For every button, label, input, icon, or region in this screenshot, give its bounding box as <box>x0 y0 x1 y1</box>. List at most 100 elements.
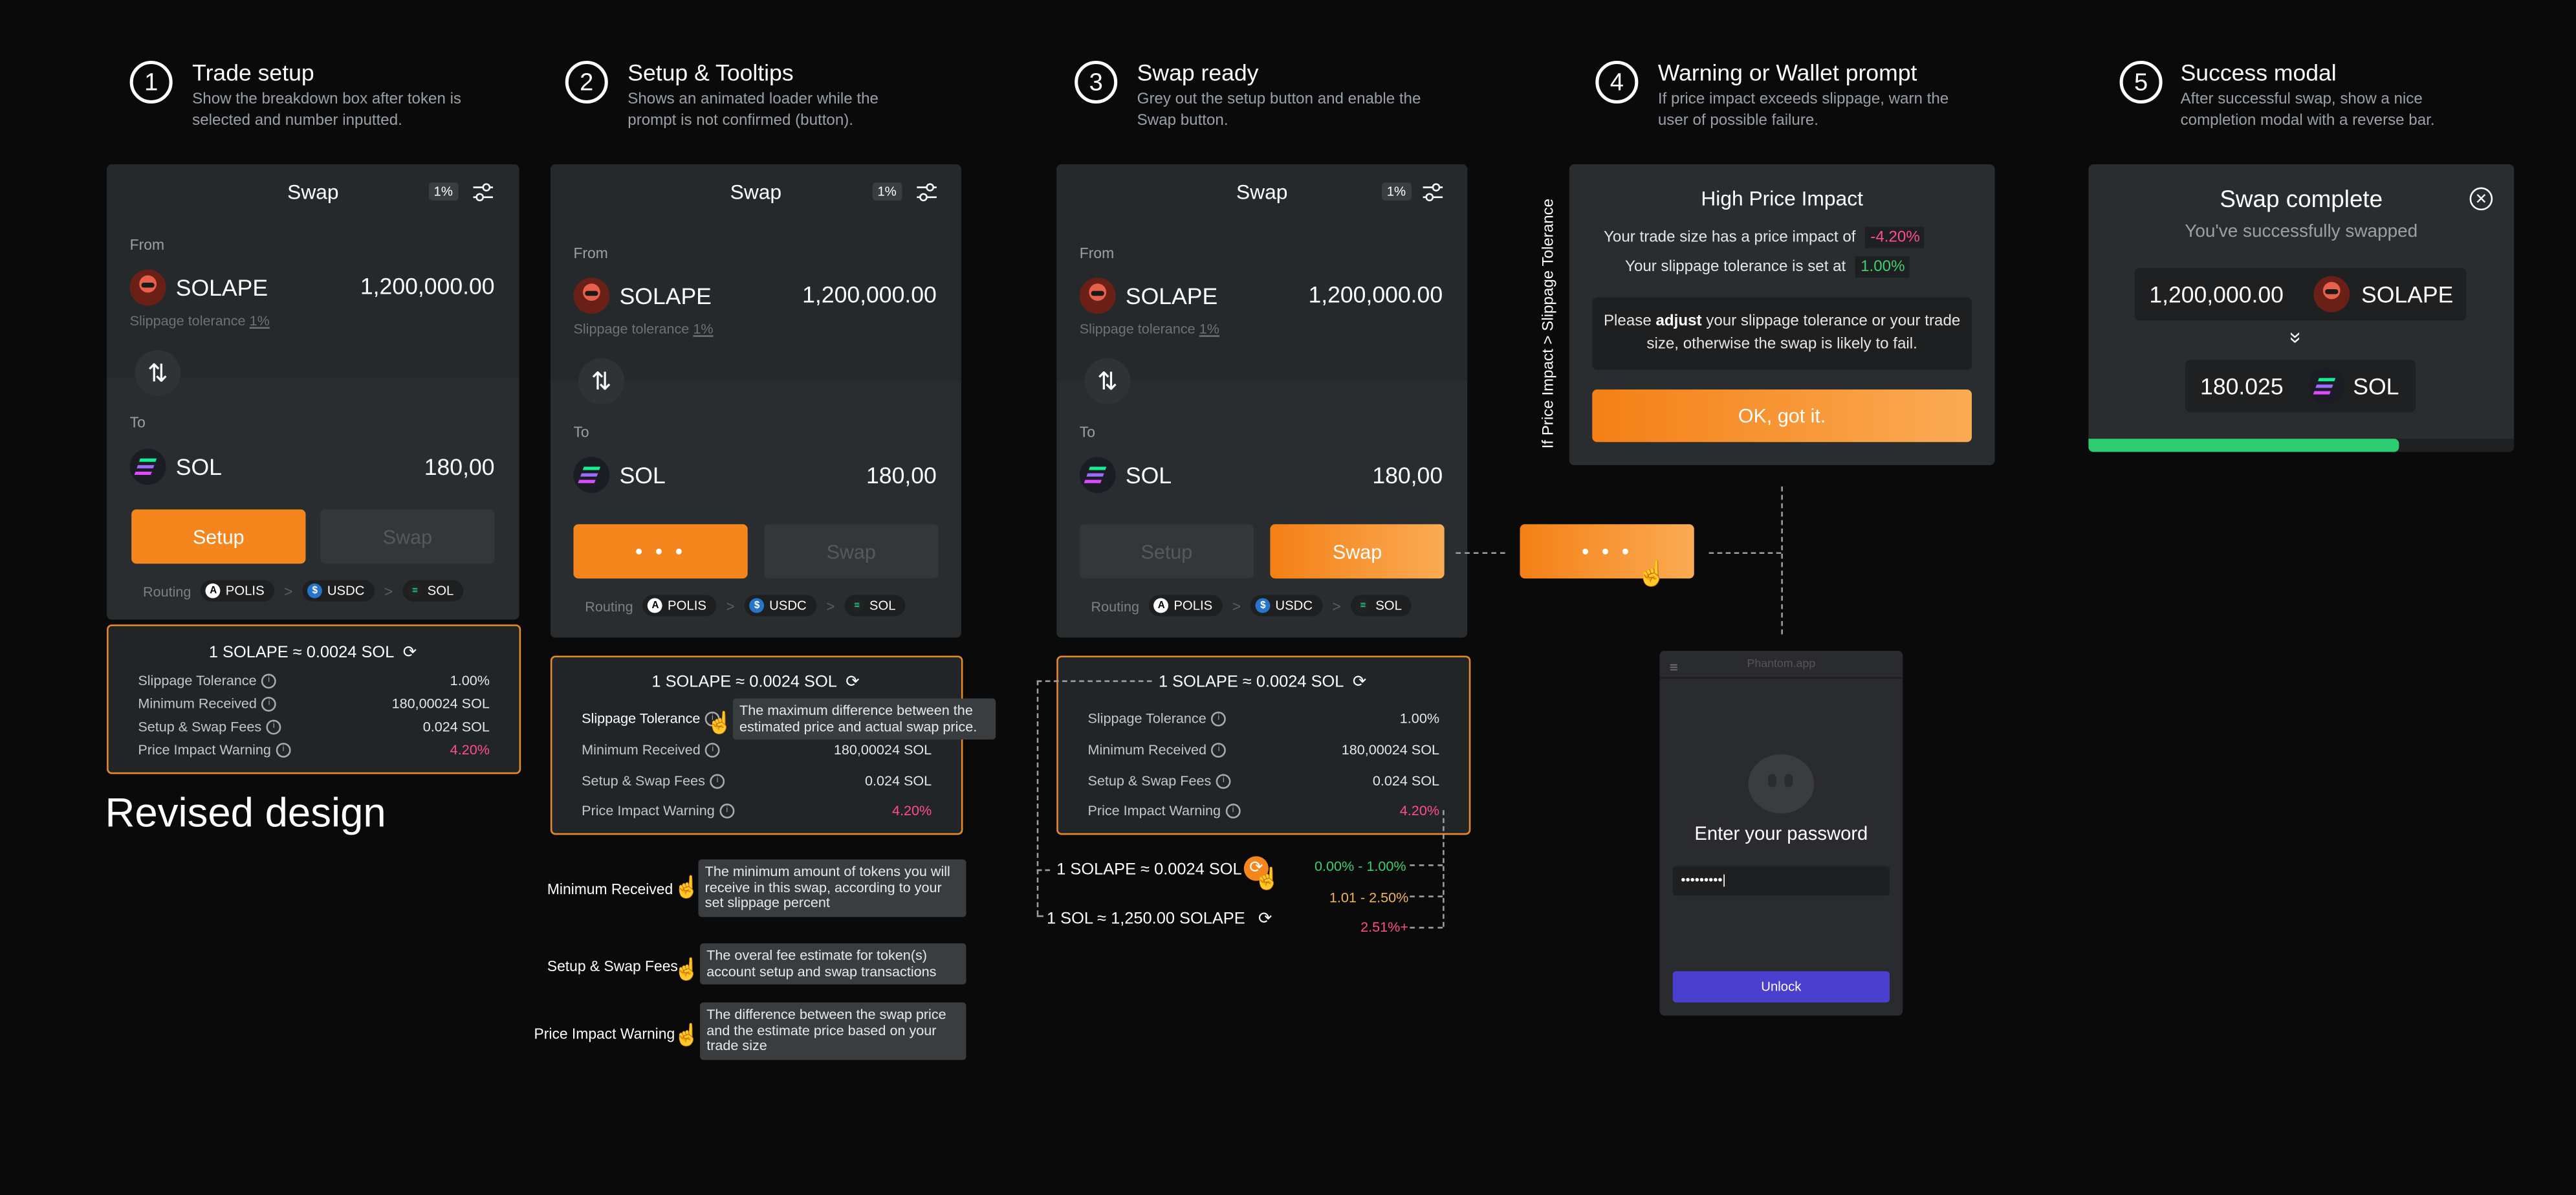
info-icon: i <box>261 673 277 688</box>
solape-token-icon <box>573 278 610 314</box>
step-5-title: Success modal <box>2180 59 2337 86</box>
slippage-tolerance-text: Slippage tolerance 1% <box>573 320 714 337</box>
refresh-icon[interactable]: ⟳ <box>400 644 419 663</box>
reverse-progress-bar <box>2088 439 2399 452</box>
swap-direction-icon[interactable]: ⇅ <box>135 350 181 397</box>
price-impact-row-value: 4.20% <box>1399 802 1440 818</box>
phantom-ghost-icon <box>1748 754 1815 814</box>
breakdown-box-step-2: 1 SOLAPE ≈ 0.0024 SOL ⟳ Slippage Toleranc… <box>550 655 963 835</box>
refresh-icon[interactable]: ⟳ <box>1258 910 1276 928</box>
refresh-icon[interactable]: ⟳ <box>1351 674 1369 692</box>
to-token-name[interactable]: SOL <box>176 454 222 480</box>
min-received-row-value: 180,00024 SOL <box>391 695 490 712</box>
to-token-name[interactable]: SOL <box>620 462 666 488</box>
from-token-name[interactable]: SOLAPE <box>1126 283 1217 309</box>
pointer-hand-icon: ☝ <box>706 710 734 735</box>
sol-token-icon <box>1079 457 1116 493</box>
connector-line <box>1410 864 1443 866</box>
pointer-hand-icon: ☝ <box>673 874 701 899</box>
swap-button[interactable]: Swap <box>1270 524 1445 579</box>
pointer-hand-icon: ☝ <box>1636 560 1668 589</box>
step-1-desc: Show the breakdown box after token is se… <box>192 90 462 130</box>
to-label: To <box>573 424 589 441</box>
swap-direction-icon[interactable]: ⇅ <box>578 358 625 404</box>
from-token-name[interactable]: SOLAPE <box>620 283 712 309</box>
price-impact-row-label: Price Impact Warning i <box>138 741 291 758</box>
close-icon[interactable]: ✕ <box>2469 187 2493 211</box>
min-received-row-value: 180,00024 SOL <box>1341 741 1440 758</box>
slippage-row-value: 1.00% <box>1399 710 1440 727</box>
impact-range-low: 0.00% - 1.00% <box>1315 857 1406 875</box>
warning-condition-label: If Price Impact > Slippage Tolerance <box>1539 198 1558 449</box>
sol-token-icon <box>129 448 166 485</box>
slippage-row-label: Slippage Tolerance i <box>1087 710 1227 727</box>
slippage-tooltip: The maximum difference between the estim… <box>732 698 996 740</box>
connector-line <box>1036 680 1039 915</box>
tolerance-badge[interactable]: 1% <box>428 182 458 201</box>
min-received-row-label: Minimum Received i <box>582 741 721 758</box>
connector-line <box>1036 680 1152 683</box>
high-price-impact-modal: High Price Impact Your trade size has a … <box>1569 164 1995 465</box>
swap-button-disabled[interactable]: Swap <box>320 509 495 564</box>
step-2-number: 2 <box>565 60 608 104</box>
settings-icon[interactable] <box>472 181 495 202</box>
step-3-number: 3 <box>1075 60 1118 104</box>
settings-icon[interactable] <box>1421 181 1445 202</box>
fees-row-label: Setup & Swap Fees i <box>138 718 281 734</box>
pointer-hand-icon: ☝ <box>673 956 701 981</box>
from-amount-input[interactable]: 1,200,000.00 <box>1308 281 1443 307</box>
step-5-number: 5 <box>2119 60 2163 104</box>
phantom-wallet-prompt: ≡ Phantom.app Enter your password ••••••… <box>1659 650 1903 1016</box>
password-input[interactable]: •••••••••| <box>1672 866 1890 896</box>
fees-tooltip-label: Setup & Swap Fees <box>547 958 678 975</box>
info-icon: i <box>1211 710 1227 726</box>
double-chevron-down-icon: » <box>2284 331 2309 344</box>
revised-design-heading: Revised design <box>105 790 386 837</box>
connector-line <box>1443 810 1445 927</box>
ok-got-it-button[interactable]: OK, got it. <box>1592 389 1972 443</box>
connector-line <box>1036 869 1051 872</box>
from-amount-input[interactable]: 1,200,000.00 <box>360 273 495 300</box>
swap-direction-icon[interactable]: ⇅ <box>1084 358 1131 404</box>
price-impact-row-label: Price Impact Warning i <box>582 802 735 818</box>
from-label: From <box>573 245 608 261</box>
from-amount-input[interactable]: 1,200,000.00 <box>802 281 937 307</box>
sol-token-icon <box>2308 367 2345 404</box>
to-label: To <box>1079 424 1095 441</box>
impact-tooltip: The difference between the swap price an… <box>700 1002 966 1060</box>
price-impact-row-label: Price Impact Warning i <box>1087 802 1241 818</box>
exchange-rate: 1 SOLAPE ≈ 0.0024 SOL ⟳ <box>552 674 961 692</box>
tolerance-badge[interactable]: 1% <box>872 182 902 201</box>
slippage-tolerance-text: Slippage tolerance 1% <box>129 312 270 329</box>
setup-button-disabled[interactable]: Setup <box>1079 524 1254 579</box>
warning-message-box: Please adjust your slippage tolerance or… <box>1592 297 1972 370</box>
routing-row: Routing A POLIS > $ USDC > ≡ SOL <box>1091 595 1412 617</box>
setup-loader-button[interactable]: • • • <box>573 524 748 579</box>
sol-token-icon <box>573 457 610 493</box>
to-amount: 180,00 <box>866 461 937 488</box>
connector-line <box>1781 486 1783 635</box>
setup-button[interactable]: Setup <box>131 509 306 564</box>
from-label: From <box>129 236 164 254</box>
swap-loader-button[interactable]: • • • <box>1520 524 1694 579</box>
routing-row: Routing A POLIS > $ USDC > ≡ SOL <box>585 595 906 617</box>
fees-tooltip: The overal fee estimate for token(s) acc… <box>700 943 966 985</box>
info-icon: i <box>710 773 725 788</box>
header-divider <box>1659 677 1903 679</box>
swapped-to-chip: 180.025 SOL <box>2185 360 2416 413</box>
info-icon: i <box>1216 773 1231 788</box>
slippage-row-label: Slippage Tolerance i <box>138 672 277 688</box>
refresh-icon[interactable]: ⟳ <box>844 674 862 692</box>
swap-button-disabled[interactable]: Swap <box>764 524 939 579</box>
impact-range-mid: 1.01 - 2.50% <box>1329 889 1409 906</box>
info-icon: i <box>1211 741 1227 757</box>
tolerance-badge[interactable]: 1% <box>1382 182 1411 201</box>
step-1-title: Trade setup <box>192 59 314 86</box>
settings-icon[interactable] <box>915 181 939 202</box>
impact-value-badge: -4.20% <box>1865 226 1925 248</box>
to-token-name[interactable]: SOL <box>1126 462 1172 488</box>
info-icon: i <box>1225 802 1241 818</box>
exchange-rate-reverse: 1 SOL ≈ 1,250.00 SOLAPE ⟳ <box>1047 910 1276 928</box>
from-token-name[interactable]: SOLAPE <box>176 274 268 301</box>
unlock-button[interactable]: Unlock <box>1672 971 1890 1003</box>
